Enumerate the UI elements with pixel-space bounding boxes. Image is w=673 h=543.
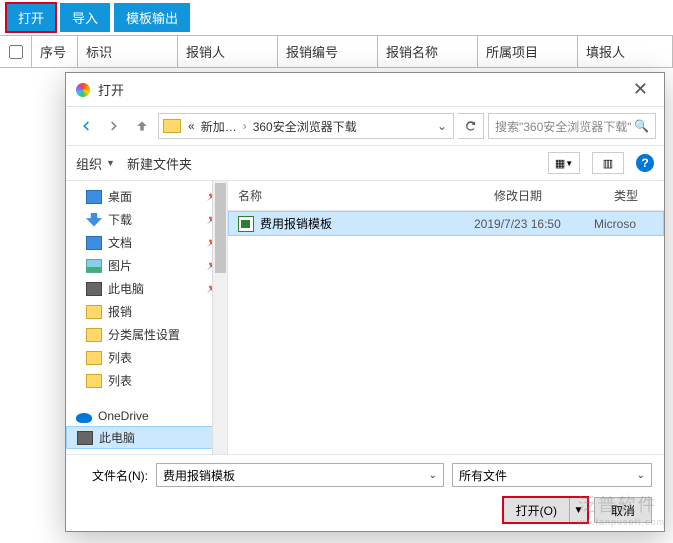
close-icon[interactable]: ✕ (627, 79, 654, 100)
tree-item[interactable]: 文档📌 (66, 231, 227, 254)
col-flag[interactable]: 标识 (78, 36, 178, 67)
search-placeholder: 搜索"360安全浏览器下载" (495, 118, 632, 135)
file-row[interactable]: 费用报销模板 2019/7/23 16:50 Microso (228, 211, 664, 236)
tree-item[interactable]: 列表 (66, 346, 227, 369)
dialog-title: 打开 (98, 80, 627, 99)
desktop-icon (86, 190, 102, 204)
tree-item-label: 图片 (108, 257, 132, 274)
open-dropdown-icon[interactable]: ▼ (569, 498, 587, 522)
tree-item-label: OneDrive (98, 409, 149, 423)
tree-item[interactable]: 图片📌 (66, 254, 227, 277)
up-icon[interactable] (130, 114, 154, 138)
file-name: 费用报销模板 (260, 215, 474, 232)
tree-item[interactable]: 此电脑 (66, 426, 227, 449)
app-icon (76, 83, 90, 97)
file-list-header: 名称 修改日期 类型 (228, 181, 664, 211)
new-folder-button[interactable]: 新建文件夹 (127, 154, 192, 173)
scrollbar-thumb[interactable] (215, 183, 226, 273)
breadcrumb[interactable]: « 新加… › 360安全浏览器下载 ⌄ (158, 113, 454, 139)
dialog-footer: 文件名(N): 费用报销模板 ⌄ 所有文件 ⌄ 打开(O) ▼ 取消 (66, 454, 664, 531)
breadcrumb-seg2[interactable]: 360安全浏览器下载 (250, 118, 360, 135)
pc-icon (86, 282, 102, 296)
tree-item-label: 桌面 (108, 188, 132, 205)
col-seq[interactable]: 序号 (32, 36, 78, 67)
tree-item[interactable]: 报销 (66, 300, 227, 323)
col-name[interactable]: 报销名称 (378, 36, 478, 67)
col-project[interactable]: 所属项目 (478, 36, 578, 67)
cancel-button[interactable]: 取消 (594, 497, 652, 523)
tree-item[interactable]: 列表 (66, 369, 227, 392)
dialog-toolbar: 组织 ▼ 新建文件夹 ▦ ▼ ▥ ? (66, 146, 664, 181)
tree-item-label: 分类属性设置 (108, 326, 180, 343)
import-button[interactable]: 导入 (60, 3, 110, 32)
select-all-checkbox[interactable] (9, 45, 23, 59)
tree-item-label: 报销 (108, 303, 132, 320)
file-date: 2019/7/23 16:50 (474, 217, 594, 231)
preview-pane-button[interactable]: ▥ (592, 152, 624, 174)
view-mode-button[interactable]: ▦ ▼ (548, 152, 580, 174)
cloud-icon (76, 413, 92, 423)
folder-icon (86, 328, 102, 342)
filetype-filter[interactable]: 所有文件 ⌄ (452, 463, 652, 487)
chevron-down-icon[interactable]: ⌄ (429, 470, 437, 481)
help-icon[interactable]: ? (636, 154, 654, 172)
template-output-button[interactable]: 模板输出 (114, 3, 190, 32)
col-date-header[interactable]: 修改日期 (484, 181, 604, 210)
tree-item-label: 此电脑 (108, 280, 144, 297)
tree-item[interactable]: OneDrive (66, 406, 227, 426)
forward-icon[interactable] (102, 114, 126, 138)
file-list: 名称 修改日期 类型 费用报销模板 2019/7/23 16:50 Micros… (228, 181, 664, 454)
select-all-cell (0, 36, 32, 67)
back-icon[interactable] (74, 114, 98, 138)
tree-item[interactable]: 桌面📌 (66, 185, 227, 208)
search-icon[interactable]: 🔍 (634, 119, 649, 133)
pic-icon (86, 259, 102, 273)
folder-icon (86, 374, 102, 388)
tree-item-label: 此电脑 (99, 429, 135, 446)
search-input[interactable]: 搜索"360安全浏览器下载" 🔍 (488, 113, 656, 139)
scrollbar[interactable] (212, 181, 227, 454)
file-type: Microso (594, 217, 654, 231)
tree-item-label: 列表 (108, 372, 132, 389)
col-name-header[interactable]: 名称 (228, 181, 484, 210)
tree-item[interactable]: 此电脑📌 (66, 277, 227, 300)
dialog-body: 桌面📌下载📌文档📌图片📌此电脑📌报销分类属性设置列表列表 OneDrive此电脑… (66, 181, 664, 454)
filename-label: 文件名(N): (78, 467, 148, 484)
chevron-right-icon: › (240, 119, 250, 133)
grid-header: 序号 标识 报销人 报销编号 报销名称 所属项目 填报人 (0, 35, 673, 68)
tree-item-label: 文档 (108, 234, 132, 251)
chevron-down-icon[interactable]: ⌄ (637, 470, 645, 481)
folder-icon (86, 351, 102, 365)
col-number[interactable]: 报销编号 (278, 36, 378, 67)
main-toolbar: 打开 导入 模板输出 (0, 0, 673, 35)
chevron-down-icon: ▼ (106, 158, 115, 168)
open-file-button[interactable]: 打开(O) ▼ (503, 497, 588, 523)
down-icon (86, 213, 102, 227)
breadcrumb-root[interactable]: « (185, 119, 198, 133)
excel-icon (238, 216, 254, 232)
chevron-down-icon[interactable]: ⌄ (431, 119, 453, 133)
dialog-titlebar: 打开 ✕ (66, 73, 664, 107)
open-button[interactable]: 打开 (6, 3, 56, 32)
breadcrumb-seg1[interactable]: 新加… (198, 118, 240, 135)
pc-icon (77, 431, 93, 445)
file-open-dialog: 打开 ✕ « 新加… › 360安全浏览器下载 ⌄ 搜索"360安全浏览器下载"… (65, 72, 665, 532)
filename-input[interactable]: 费用报销模板 ⌄ (156, 463, 444, 487)
col-person[interactable]: 报销人 (178, 36, 278, 67)
folder-icon (163, 119, 181, 133)
folder-tree: 桌面📌下载📌文档📌图片📌此电脑📌报销分类属性设置列表列表 OneDrive此电脑 (66, 181, 228, 454)
organize-button[interactable]: 组织 ▼ (76, 154, 115, 173)
dialog-nav: « 新加… › 360安全浏览器下载 ⌄ 搜索"360安全浏览器下载" 🔍 (66, 107, 664, 146)
col-filler[interactable]: 填报人 (578, 36, 673, 67)
refresh-icon[interactable] (458, 113, 484, 139)
folder-icon (86, 305, 102, 319)
tree-item[interactable]: 下载📌 (66, 208, 227, 231)
doc-icon (86, 236, 102, 250)
tree-item[interactable]: 分类属性设置 (66, 323, 227, 346)
col-type-header[interactable]: 类型 (604, 181, 664, 210)
tree-item-label: 下载 (108, 211, 132, 228)
tree-item-label: 列表 (108, 349, 132, 366)
